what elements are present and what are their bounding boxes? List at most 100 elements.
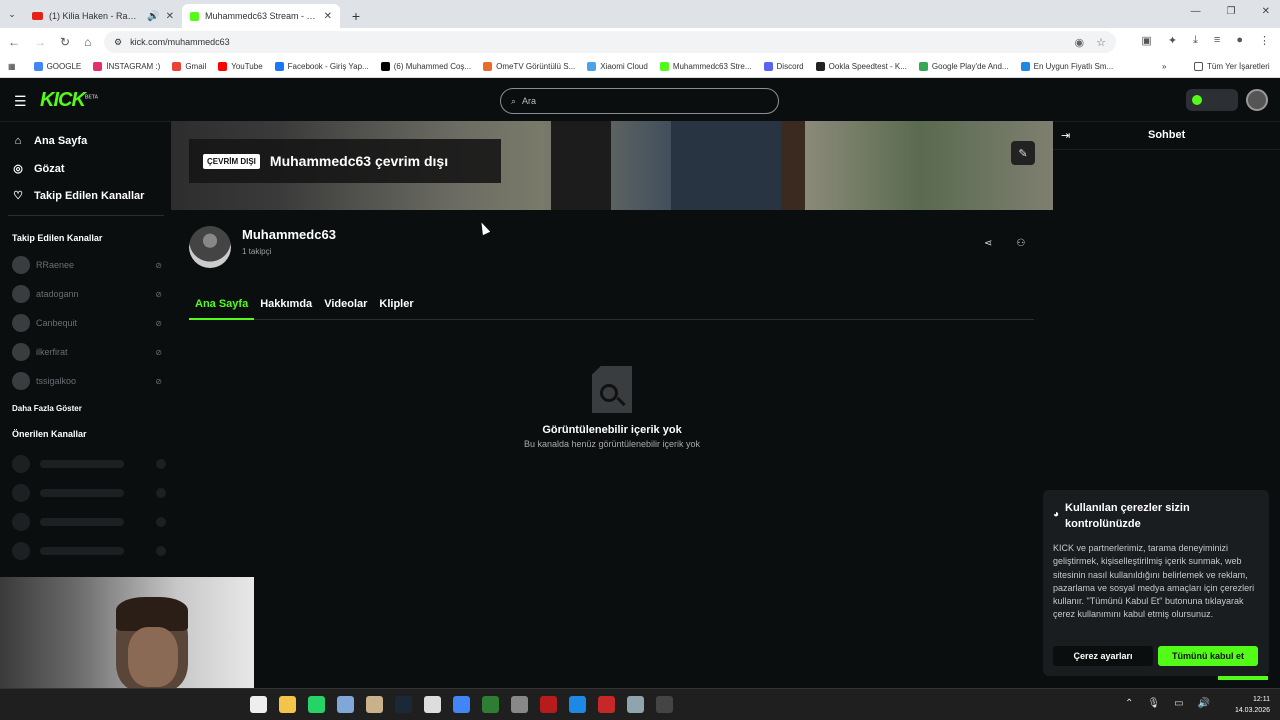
- bookmark-label: Google Play'de And...: [931, 62, 1009, 71]
- share-icon[interactable]: ⋖: [984, 238, 992, 249]
- app-icon[interactable]: [511, 696, 528, 713]
- channel-avatar[interactable]: [189, 226, 231, 268]
- bookmark-item[interactable]: YouTube: [218, 62, 263, 71]
- close-tab-icon[interactable]: ✕: [324, 11, 332, 22]
- apps-icon[interactable]: ▦: [8, 62, 16, 71]
- app-icon[interactable]: [337, 696, 354, 713]
- maximize-icon[interactable]: ❐: [1227, 6, 1236, 17]
- bookmark-item[interactable]: En Uygun Fiyatlı Sm...: [1020, 62, 1113, 71]
- tab-about[interactable]: Hakkımda: [254, 296, 318, 320]
- compass-icon: ◎: [13, 163, 23, 175]
- bookmark-item[interactable]: OmeTV Görüntülü S...: [483, 62, 575, 71]
- cast-icon[interactable]: ▣: [1141, 34, 1151, 47]
- bookmark-item[interactable]: Facebook - Giriş Yap...: [274, 62, 369, 71]
- sidebar-item-home[interactable]: ⌂ Ana Sayfa: [12, 135, 88, 147]
- minimize-icon[interactable]: —: [1191, 6, 1201, 17]
- sidebar-item-label: Ana Sayfa: [34, 135, 88, 147]
- followed-channel[interactable]: ilkerfirat ⊘: [12, 343, 162, 361]
- bookmark-item[interactable]: Gmail: [172, 62, 206, 71]
- settings-icon[interactable]: [627, 696, 644, 713]
- whatsapp-icon[interactable]: [308, 696, 325, 713]
- star-icon[interactable]: ☆: [1096, 36, 1106, 49]
- close-window-icon[interactable]: ✕: [1262, 6, 1270, 17]
- address-bar[interactable]: ⚙ kick.com/muhammedc63 ◉ ☆: [104, 31, 1116, 53]
- edit-banner-button[interactable]: ✎: [1011, 141, 1035, 165]
- taskview-icon[interactable]: [250, 696, 267, 713]
- cookie-icon: ◕: [1053, 509, 1060, 520]
- tab-clips[interactable]: Klipler: [373, 296, 419, 320]
- extensions-icon[interactable]: ✦: [1168, 34, 1177, 47]
- app-icon[interactable]: [424, 696, 441, 713]
- followed-channel[interactable]: RRaenee ⊘: [12, 256, 162, 274]
- bookmark-item[interactable]: (6) Muhammed Coş...: [380, 62, 471, 71]
- channel-name[interactable]: Muhammedc63: [242, 227, 336, 242]
- skeleton-row: [12, 484, 166, 502]
- bookmark-item[interactable]: İNSTAGRAM :): [93, 62, 160, 71]
- volume-icon[interactable]: 🔊: [1198, 698, 1210, 709]
- reload-icon[interactable]: ↻: [60, 35, 70, 49]
- toolbar-right: ▣ ✦ ⤓ ≡ ● ⋮: [1141, 34, 1270, 47]
- bookmark-item[interactable]: Muhammedc63 Stre...: [659, 62, 752, 71]
- app-icon[interactable]: [656, 696, 673, 713]
- app-icon[interactable]: [569, 696, 586, 713]
- network-icon[interactable]: ▭: [1174, 698, 1183, 709]
- bookmarks-overflow-icon[interactable]: »: [1162, 62, 1166, 71]
- kick-balance-button[interactable]: [1186, 89, 1238, 111]
- bookmark-item[interactable]: GOOGLE: [33, 62, 81, 71]
- site-info-icon[interactable]: ⚙: [114, 37, 122, 48]
- forward-icon[interactable]: →: [34, 35, 46, 49]
- sidebar-item-following[interactable]: ♡ Takip Edilen Kanallar: [12, 189, 144, 203]
- bookmark-label: Facebook - Giriş Yap...: [287, 62, 369, 71]
- cookie-settings-button[interactable]: Çerez ayarları: [1053, 646, 1153, 666]
- menu-icon[interactable]: ⋮: [1259, 34, 1270, 47]
- app-icon[interactable]: [366, 696, 383, 713]
- app-icon[interactable]: [482, 696, 499, 713]
- all-bookmarks-label: Tüm Yer İşaretleri: [1207, 62, 1270, 71]
- windows-taskbar: ⌃ 🎙 ▭ 🔊 12:11 14.03.2026: [0, 688, 1280, 720]
- accept-all-button[interactable]: Tümünü kabul et: [1158, 646, 1258, 666]
- chrome-icon[interactable]: [453, 696, 470, 713]
- close-tab-icon[interactable]: ✕: [166, 11, 174, 22]
- taskbar-clock[interactable]: 12:11 14.03.2026: [1235, 694, 1270, 716]
- sidebar-item-browse[interactable]: ◎ Gözat: [12, 162, 64, 176]
- channel-banner: ÇEVRİM DIŞI Muhammedc63 çevrim dışı ✎: [171, 121, 1053, 210]
- bookmark-item[interactable]: Xiaomi Cloud: [587, 62, 648, 71]
- followed-channel[interactable]: Canbequit ⊘: [12, 314, 162, 332]
- new-tab-button[interactable]: +: [346, 6, 366, 26]
- home-icon: ⌂: [14, 135, 22, 147]
- bookmark-item[interactable]: Discord: [763, 62, 804, 71]
- collapse-chat-icon[interactable]: ⇥: [1061, 129, 1070, 142]
- tab-videos[interactable]: Videolar: [318, 296, 373, 320]
- tray-overflow-icon[interactable]: ⌃: [1125, 698, 1133, 709]
- steam-icon[interactable]: [395, 696, 412, 713]
- kick-logo[interactable]: KICKBETA: [40, 89, 98, 112]
- microphone-icon[interactable]: 🎙: [1147, 698, 1160, 709]
- user-avatar[interactable]: [1246, 89, 1268, 111]
- search-input[interactable]: ⌕ Ara: [500, 88, 779, 114]
- bookmark-icon: [587, 62, 597, 71]
- browser-tab-kick[interactable]: Muhammedc63 Stream - Watch ✕: [182, 4, 340, 28]
- hamburger-menu-icon[interactable]: ☰: [14, 93, 27, 110]
- app-icon[interactable]: [598, 696, 615, 713]
- url-text[interactable]: kick.com/muhammedc63: [130, 37, 230, 47]
- audio-icon[interactable]: 🔊: [147, 11, 159, 22]
- media-icon[interactable]: ≡: [1214, 34, 1220, 47]
- all-bookmarks[interactable]: Tüm Yer İşaretleri: [1194, 62, 1270, 71]
- add-user-icon[interactable]: ⚇: [1016, 238, 1025, 249]
- eye-icon[interactable]: ◉: [1075, 36, 1085, 49]
- followed-channel[interactable]: atadogann ⊘: [12, 285, 162, 303]
- download-icon[interactable]: ⤓: [1193, 34, 1198, 47]
- browser-tab-youtube[interactable]: (1) Kilia Haken - Rap Show 🔊 ✕: [24, 4, 182, 28]
- bookmark-icon: [33, 62, 43, 71]
- back-icon[interactable]: ←: [8, 35, 20, 49]
- profile-icon[interactable]: ●: [1236, 34, 1243, 47]
- bookmark-item[interactable]: Google Play'de And...: [918, 62, 1009, 71]
- tab-search-icon[interactable]: ⌄: [0, 9, 24, 20]
- bookmark-item[interactable]: Ookla Speedtest - K...: [815, 62, 907, 71]
- file-explorer-icon[interactable]: [279, 696, 296, 713]
- followed-channel[interactable]: tssigalkoo ⊘: [12, 372, 162, 390]
- show-more-button[interactable]: Daha Fazla Göster: [12, 404, 82, 413]
- tab-home[interactable]: Ana Sayfa: [189, 296, 255, 320]
- home-icon[interactable]: ⌂: [84, 35, 91, 49]
- app-icon[interactable]: [540, 696, 557, 713]
